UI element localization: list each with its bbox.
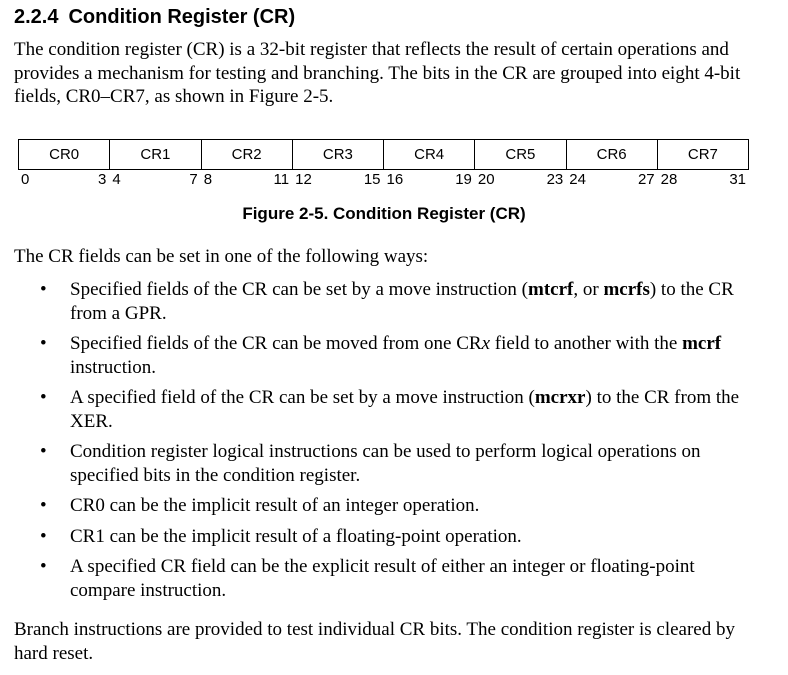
- list-item-text: , or: [573, 279, 604, 300]
- list-item: • Condition register logical instructions…: [0, 440, 756, 487]
- list-item: • Specified fields of the CR can be set b…: [0, 278, 756, 325]
- list-item: • A specified CR field can be the explici…: [0, 555, 756, 602]
- instruction-mnemonic: mcrxr: [534, 387, 586, 408]
- list-item: • CR1 can be the implicit result of a flo…: [0, 525, 756, 549]
- bit-number-start: 12: [295, 171, 312, 188]
- bit-number-end: 23: [546, 171, 564, 188]
- list-item: • A specified field of the CR can be set …: [0, 386, 756, 433]
- bit-number-start: 28: [660, 171, 678, 188]
- intro-paragraph: The condition register (CR) is a 32-bit …: [14, 39, 741, 107]
- list-item-text: A specified CR field can be the explicit…: [70, 556, 695, 601]
- register-field-cr5: CR5: [475, 140, 567, 169]
- bit-number-end: 27: [637, 171, 655, 188]
- bit-number-start: 24: [569, 171, 586, 188]
- bullet-glyph: •: [40, 387, 47, 408]
- bit-number-end: 15: [363, 171, 381, 188]
- bullet-glyph: •: [40, 441, 47, 462]
- section-heading: 2.2.4 Condition Register (CR): [14, 4, 295, 30]
- register-field-cr3: CR3: [293, 140, 384, 169]
- register-field-cr4: CR4: [384, 140, 476, 169]
- figure-caption: Figure 2-5. Condition Register (CR): [242, 204, 526, 223]
- instruction-mnemonic: mtcrf: [528, 279, 574, 300]
- bit-number-start: 16: [386, 171, 404, 188]
- bullet-glyph: •: [40, 556, 47, 577]
- bit-number-end: 11: [273, 171, 290, 188]
- register-field-cr6: CR6: [567, 140, 658, 169]
- bit-number-start: 20: [477, 171, 495, 188]
- bit-number-start: 4: [112, 171, 121, 188]
- bit-number-row: 0 3 4 7 8 11 12 15 16 19 20 23 24 27 28 31: [18, 170, 749, 190]
- list-item-text: instruction.: [70, 356, 157, 378]
- instruction-mnemonic: mcrf: [682, 333, 722, 354]
- list-item-text: Specified fields of the CR can be set by…: [70, 279, 528, 300]
- instruction-mnemonic: mcrfs: [603, 279, 650, 300]
- bit-number-start: 0: [21, 171, 30, 188]
- closing-paragraph: Branch instructions are provided to test…: [14, 619, 735, 664]
- bit-number-start: 8: [203, 171, 213, 188]
- section-number: 2.2.4: [14, 6, 59, 28]
- list-item-text: CR0 can be the implicit result of an int…: [70, 495, 480, 516]
- bit-number-end: 7: [189, 171, 198, 188]
- lead-paragraph: The CR fields can be set in one of the f…: [14, 246, 429, 267]
- register-field-cr0: CR0: [19, 140, 111, 169]
- condition-register-diagram: CR0 CR1 CR2 CR3 CR4 CR5 CR6 CR7: [18, 139, 749, 170]
- bit-number-end: 3: [98, 171, 107, 188]
- list-item-text: field to another with the: [490, 333, 683, 354]
- bullet-list: • Specified fields of the CR can be set b…: [0, 278, 788, 609]
- bullet-glyph: •: [40, 525, 47, 547]
- bit-number-end: 31: [729, 171, 746, 188]
- list-item: • CR0 can be the implicit result of an in…: [0, 494, 756, 518]
- italic-variable: x: [481, 333, 491, 354]
- list-item-text: A specified field of the CR can be set b…: [70, 387, 535, 408]
- register-field-cr1: CR1: [110, 140, 202, 169]
- bullet-glyph: •: [40, 333, 47, 354]
- list-item: • Specified fields of the CR can be moved…: [0, 332, 756, 379]
- section-title: Condition Register (CR): [68, 6, 296, 28]
- list-item-text: Specified fields of the CR can be moved …: [70, 333, 482, 354]
- bit-number-end: 19: [455, 171, 472, 188]
- list-item-text: CR1 can be the implicit result of a floa…: [70, 525, 522, 547]
- bullet-glyph: •: [40, 495, 47, 516]
- list-item-text: Condition register logical instructions …: [70, 441, 701, 486]
- register-field-cr7: CR7: [687, 146, 718, 163]
- register-field-cr2: CR2: [202, 140, 293, 169]
- bullet-glyph: •: [40, 279, 47, 300]
